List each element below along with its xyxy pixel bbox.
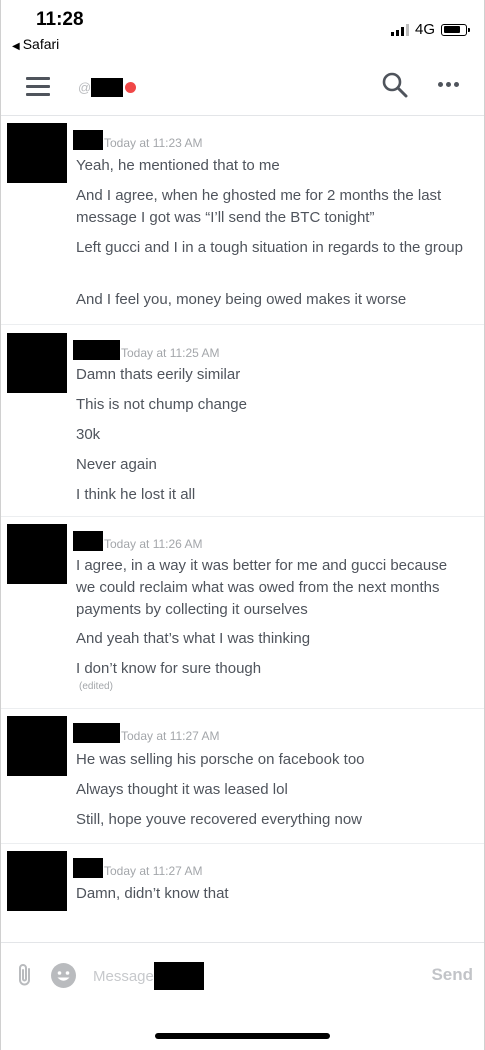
channel-prefix: @ <box>78 80 92 95</box>
message-divider <box>1 708 484 709</box>
back-triangle-icon: ◀ <box>12 41 20 52</box>
avatar[interactable] <box>7 524 67 584</box>
redacted-author[interactable] <box>73 858 103 878</box>
avatar[interactable] <box>7 716 67 776</box>
message-line: Damn, didn’t know that <box>76 885 229 902</box>
message-line: Left gucci and I in a tough situation in… <box>76 239 463 256</box>
avatar[interactable] <box>7 851 67 911</box>
message-line: This is not chump change <box>76 396 247 413</box>
message-header: Today at 11:27 AM <box>73 858 203 878</box>
signal-icon <box>390 23 409 36</box>
composer-divider <box>1 942 484 943</box>
more-options-icon[interactable] <box>438 76 464 92</box>
message-input[interactable]: Message <box>93 962 204 990</box>
message-divider <box>1 843 484 844</box>
edited-label: (edited) <box>79 681 113 692</box>
battery-icon <box>441 23 470 36</box>
redacted-author[interactable] <box>73 723 120 743</box>
message-line: Still, hope youve recovered everything n… <box>76 811 362 828</box>
message-header: Today at 11:27 AM <box>73 723 220 743</box>
message-divider <box>1 516 484 517</box>
message-header: Today at 11:23 AM <box>73 130 203 150</box>
message-divider <box>1 324 484 325</box>
redacted-username <box>91 78 124 97</box>
dm-channel-title[interactable]: @ <box>78 78 137 97</box>
send-button[interactable]: Send <box>431 965 473 985</box>
message-timestamp: Today at 11:27 AM <box>121 729 220 743</box>
redacted-recipient <box>153 962 204 990</box>
message-line: And yeah that’s what I was thinking <box>76 630 311 647</box>
message-header: Today at 11:26 AM <box>73 531 203 551</box>
search-icon[interactable] <box>381 71 409 99</box>
message-header: Today at 11:25 AM <box>73 340 220 360</box>
message-line: I think he lost it all <box>76 486 196 503</box>
message-line: He was selling his porsche on facebook t… <box>76 751 365 768</box>
network-type: 4G <box>414 21 435 38</box>
message-line: I don’t know for sure though <box>76 660 262 677</box>
frame-border-left <box>0 0 1 1050</box>
avatar[interactable] <box>7 333 67 393</box>
emoji-icon[interactable] <box>51 963 76 988</box>
status-dot-icon <box>125 82 137 93</box>
message-line: And I feel you, money being owed makes i… <box>76 291 407 308</box>
message-line: Yeah, he mentioned that to me <box>76 157 280 174</box>
message-line: And I agree, when he ghosted me for 2 mo… <box>76 187 442 226</box>
message-timestamp: Today at 11:25 AM <box>121 346 220 360</box>
message-line: Never again <box>76 456 157 473</box>
hamburger-menu-icon[interactable] <box>26 77 50 101</box>
status-indicators: 4G <box>390 21 470 38</box>
paperclip-icon[interactable] <box>14 962 36 988</box>
message-line: Always thought it was leased lol <box>76 781 288 798</box>
back-app-label: Safari <box>22 36 60 52</box>
message-timestamp: Today at 11:27 AM <box>104 864 203 878</box>
message-line: Damn thats eerily similar <box>76 366 241 383</box>
top-nav: @ <box>1 60 484 116</box>
status-time: 11:28 <box>36 9 84 30</box>
message-placeholder: Message <box>93 967 154 985</box>
redacted-author[interactable] <box>73 531 103 551</box>
redacted-author[interactable] <box>73 340 120 360</box>
message-timestamp: Today at 11:23 AM <box>104 136 203 150</box>
back-to-app-link[interactable]: ◀ Safari <box>12 36 59 52</box>
redacted-author[interactable] <box>73 130 103 150</box>
message-timestamp: Today at 11:26 AM <box>104 537 203 551</box>
home-indicator[interactable] <box>155 1033 330 1039</box>
message-line: 30k <box>76 426 101 443</box>
message-line: I agree, in a way it was better for me a… <box>76 557 448 618</box>
avatar[interactable] <box>7 123 67 183</box>
